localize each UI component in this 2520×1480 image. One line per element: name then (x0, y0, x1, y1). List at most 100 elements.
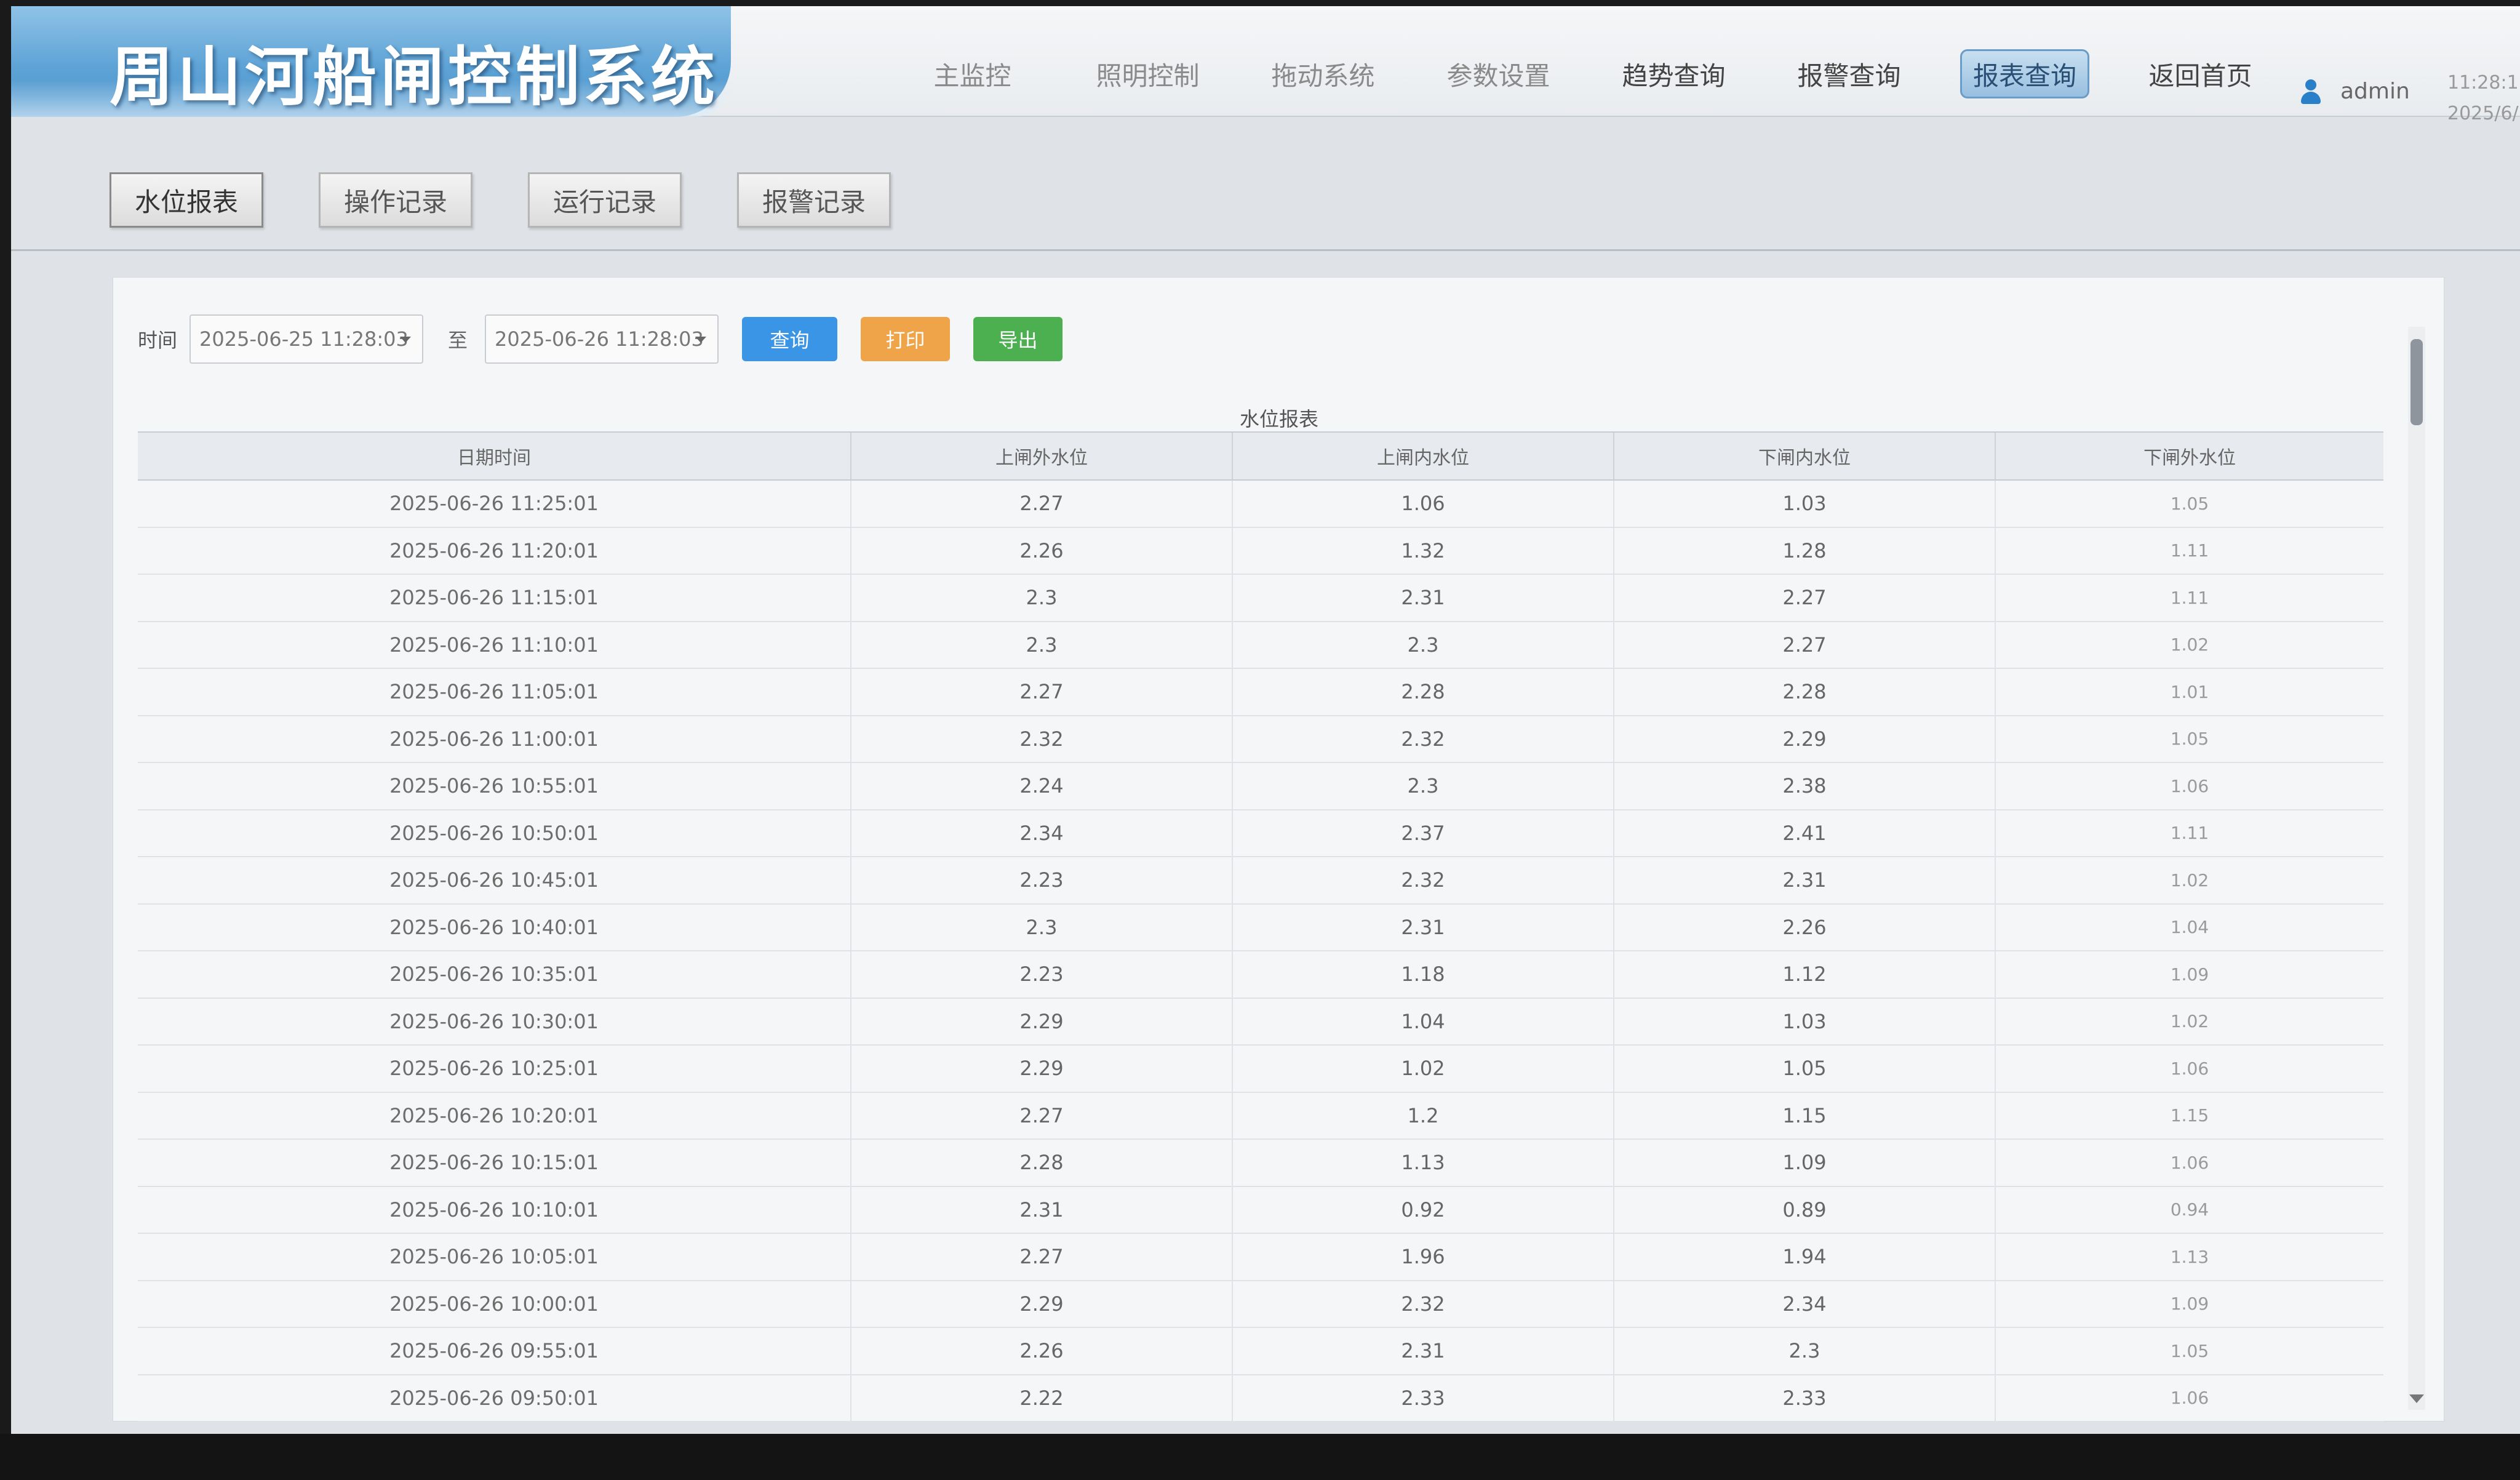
logo-panel: 周山河船闸控制系统 (11, 6, 731, 117)
table-cell: 2.31 (851, 1186, 1233, 1233)
end-date-picker[interactable]: 2025-06-26 11:28:03 (485, 314, 719, 364)
table-cell: 2025-06-26 10:00:01 (138, 1281, 851, 1327)
table-cell: 1.05 (1614, 1046, 1996, 1092)
column-header[interactable]: 上闸外水位 (851, 433, 1233, 479)
tab-operation-log[interactable]: 操作记录 (319, 172, 472, 228)
table-cell: 2025-06-26 10:25:01 (138, 1046, 851, 1092)
table-row[interactable]: 2025-06-26 11:00:01 2.32 2.32 2.29 1.05 (138, 716, 2383, 763)
table-cell: 1.03 (1614, 481, 1996, 527)
table-row[interactable]: 2025-06-26 10:50:01 2.34 2.37 2.41 1.11 (138, 810, 2383, 857)
column-header[interactable]: 日期时间 (138, 433, 851, 479)
table-row[interactable]: 2025-06-26 09:50:01 2.22 2.33 2.33 1.06 (138, 1375, 2383, 1422)
tab-water-level-report[interactable]: 水位报表 (110, 172, 263, 228)
table-cell: 1.06 (1233, 481, 1614, 527)
table-cell: 2.34 (851, 810, 1233, 856)
table-cell: 2.32 (1233, 1281, 1614, 1327)
table-cell: 2.31 (1233, 575, 1614, 621)
table-cell: 1.05 (2170, 729, 2209, 750)
divider (11, 249, 2520, 251)
clock: 11:28:1 2025/6/ (2447, 68, 2519, 129)
table-row[interactable]: 2025-06-26 11:05:01 2.27 2.28 2.28 1.01 (138, 669, 2383, 716)
table-cell: 2.26 (851, 1328, 1233, 1374)
table-cell: 2.28 (851, 1140, 1233, 1186)
table-cell: 2.28 (1614, 669, 1996, 715)
table-cell: 2025-06-26 11:05:01 (138, 669, 851, 715)
table-row[interactable]: 2025-06-26 10:40:01 2.3 2.31 2.26 1.04 (138, 904, 2383, 951)
table-cell: 1.94 (1614, 1234, 1996, 1280)
table-cell: 1.15 (1614, 1092, 1996, 1138)
table-cell: 2.3 (851, 904, 1233, 950)
table-row[interactable]: 2025-06-26 10:05:01 2.27 1.96 1.94 1.13 (138, 1234, 2383, 1281)
table-cell: 2.3 (851, 575, 1233, 621)
nav-main-monitor[interactable]: 主监控 (885, 49, 1060, 98)
table-cell: 1.06 (2170, 1388, 2209, 1409)
table-row[interactable]: 2025-06-26 10:35:01 2.23 1.18 1.12 1.09 (138, 951, 2383, 999)
tab-run-log[interactable]: 运行记录 (528, 172, 682, 228)
water-level-table: 日期时间 上闸外水位 上闸内水位 下闸内水位 下闸外水位 2025-06-26 … (138, 431, 2383, 1422)
table-cell: 1.02 (2170, 634, 2209, 655)
table-cell: 2.26 (1614, 904, 1996, 950)
user-icon (2300, 79, 2322, 104)
table-row[interactable]: 2025-06-26 11:20:01 2.26 1.32 1.28 1.11 (138, 527, 2383, 575)
table-row[interactable]: 2025-06-26 11:15:01 2.3 2.31 2.27 1.11 (138, 575, 2383, 622)
table-cell: 1.06 (2170, 1058, 2209, 1079)
table-row[interactable]: 2025-06-26 11:10:01 2.3 2.3 2.27 1.02 (138, 622, 2383, 669)
table-cell: 2.31 (1233, 1328, 1614, 1374)
table-cell: 2.3 (1233, 622, 1614, 668)
table-cell: 2025-06-26 10:50:01 (138, 810, 851, 856)
nav-lighting-control[interactable]: 照明控制 (1060, 49, 1235, 98)
table-cell: 1.11 (2170, 540, 2209, 561)
table-cell: 1.09 (2170, 964, 2209, 985)
table-row[interactable]: 2025-06-26 10:00:01 2.29 2.32 2.34 1.09 (138, 1281, 2383, 1328)
table-row[interactable]: 2025-06-26 09:55:01 2.26 2.31 2.3 1.05 (138, 1328, 2383, 1375)
table-header: 日期时间 上闸外水位 上闸内水位 下闸内水位 下闸外水位 (138, 431, 2383, 481)
column-header[interactable]: 下闸内水位 (1614, 433, 1996, 479)
table-cell: 2.27 (851, 481, 1233, 527)
table-row[interactable]: 2025-06-26 11:25:01 2.27 1.06 1.03 1.05 (138, 481, 2383, 528)
table-cell: 1.02 (1233, 1046, 1614, 1092)
table-cell: 1.06 (2170, 1152, 2209, 1173)
table-cell: 2.3 (851, 622, 1233, 668)
scrollbar-thumb[interactable] (2410, 339, 2423, 425)
table-cell: 1.11 (2170, 823, 2209, 844)
tab-alarm-log[interactable]: 报警记录 (737, 172, 891, 228)
scrollbar[interactable] (2408, 327, 2425, 1410)
table-cell: 1.2 (1233, 1092, 1614, 1138)
table-cell: 1.18 (1233, 951, 1614, 998)
nav-drive-system[interactable]: 拖动系统 (1235, 49, 1411, 98)
nav-parameter-settings[interactable]: 参数设置 (1411, 49, 1586, 98)
table-cell: 2025-06-26 11:10:01 (138, 622, 851, 668)
scroll-down-icon[interactable] (2409, 1394, 2424, 1403)
table-row[interactable]: 2025-06-26 10:10:01 2.31 0.92 0.89 0.94 (138, 1186, 2383, 1234)
nav-alarm-query[interactable]: 报警查询 (1761, 49, 1937, 98)
to-label: 至 (448, 329, 468, 352)
nav-report-query[interactable]: 报表查询 (1960, 49, 2089, 98)
export-button[interactable]: 导出 (973, 317, 1063, 361)
table-cell: 2.27 (851, 1234, 1233, 1280)
table-cell: 2.29 (851, 1281, 1233, 1327)
table-cell: 2.31 (1233, 904, 1614, 950)
table-cell: 2025-06-26 10:10:01 (138, 1186, 851, 1233)
table-cell: 1.09 (2170, 1294, 2209, 1314)
table-row[interactable]: 2025-06-26 10:55:01 2.24 2.3 2.38 1.06 (138, 763, 2383, 810)
table-cell: 2.23 (851, 857, 1233, 903)
table-row[interactable]: 2025-06-26 10:20:01 2.27 1.2 1.15 1.15 (138, 1092, 2383, 1140)
column-header[interactable]: 下闸外水位 (1996, 433, 2383, 479)
query-button[interactable]: 查询 (742, 317, 838, 361)
table-cell: 2.32 (851, 716, 1233, 762)
column-header[interactable]: 上闸内水位 (1233, 433, 1614, 479)
table-cell: 0.92 (1233, 1186, 1614, 1233)
print-button[interactable]: 打印 (861, 317, 951, 361)
nav-return-home[interactable]: 返回首页 (2113, 49, 2288, 98)
table-cell: 2025-06-26 10:40:01 (138, 904, 851, 950)
table-row[interactable]: 2025-06-26 10:25:01 2.29 1.02 1.05 1.06 (138, 1046, 2383, 1093)
table-row[interactable]: 2025-06-26 10:15:01 2.28 1.13 1.09 1.06 (138, 1140, 2383, 1187)
table-cell: 2025-06-26 09:50:01 (138, 1375, 851, 1421)
table-cell: 1.02 (2170, 870, 2209, 890)
table-row[interactable]: 2025-06-26 10:30:01 2.29 1.04 1.03 1.02 (138, 998, 2383, 1046)
nav-trend-query[interactable]: 趋势查询 (1586, 49, 1761, 98)
clock-date: 2025/6/ (2447, 103, 2519, 124)
table-row[interactable]: 2025-06-26 10:45:01 2.23 2.32 2.31 1.02 (138, 857, 2383, 905)
table-cell: 1.05 (2170, 1340, 2209, 1361)
start-date-picker[interactable]: 2025-06-25 11:28:03 (189, 314, 424, 364)
